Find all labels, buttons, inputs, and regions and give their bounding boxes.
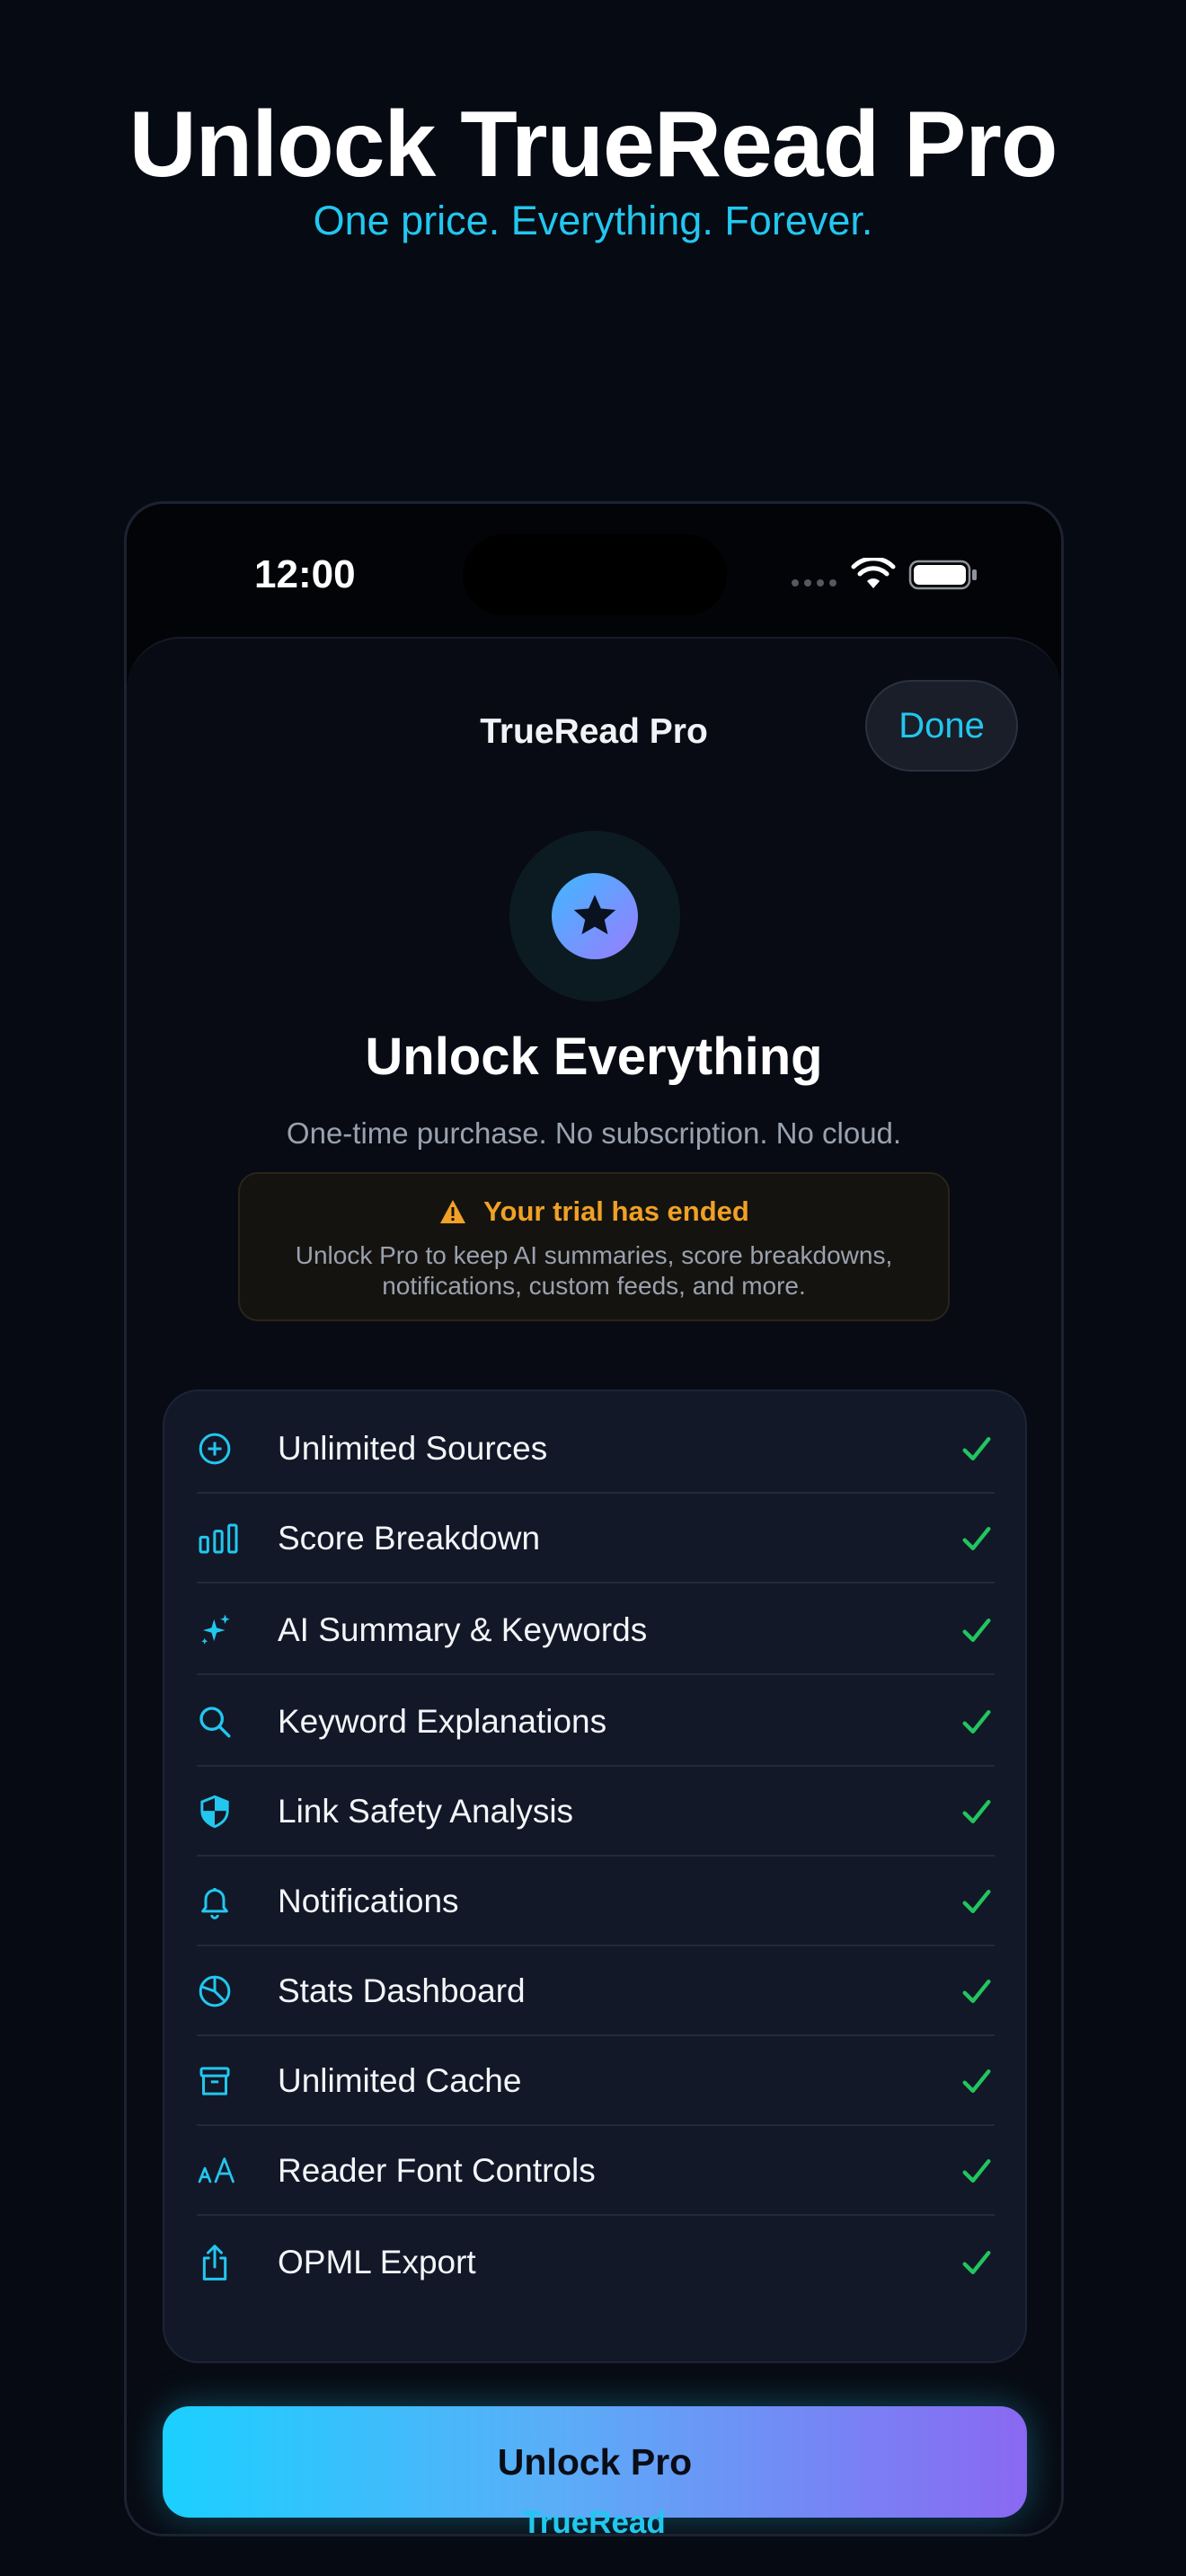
feature-label: Score Breakdown (278, 1520, 541, 1557)
features-list: Unlimited Sources Score Breakdown AI Sum… (163, 1389, 1027, 2363)
checkmark-icon (962, 2251, 991, 2274)
trial-ended-banner: Your trial has ended Unlock Pro to keep … (238, 1172, 950, 1321)
done-button[interactable]: Done (865, 680, 1018, 772)
feature-label: Keyword Explanations (278, 1703, 607, 1740)
unlock-heading: Unlock Everything (365, 1028, 823, 1086)
magnifier-icon (197, 1700, 245, 1743)
share-icon (197, 2241, 245, 2284)
checkmark-icon (962, 1437, 991, 1460)
feature-label: Stats Dashboard (278, 1972, 526, 2009)
checkmark-icon (962, 2069, 991, 2093)
checkmark-icon (962, 1890, 991, 1913)
checkmark-icon (962, 1527, 991, 1550)
hero-title: Unlock TrueRead Pro (128, 93, 1058, 197)
feature-row-keyword-explanations: Keyword Explanations (197, 1677, 995, 1767)
phone-frame: 12:00 TrueRead Pro Done Unlock Everythin… (124, 501, 1064, 2536)
shield-icon (197, 1790, 245, 1833)
bell-icon (197, 1880, 245, 1923)
bar-chart-icon (197, 1517, 245, 1560)
feature-row-link-safety: Link Safety Analysis (197, 1767, 995, 1857)
archive-box-icon (197, 2060, 245, 2103)
cellular-signal-icon (792, 579, 836, 587)
checkmark-icon (962, 2159, 991, 2183)
feature-label: Link Safety Analysis (278, 1793, 574, 1830)
feature-label: Notifications (278, 1883, 459, 1919)
sparkles-icon (197, 1609, 245, 1652)
status-time: 12:00 (254, 552, 356, 596)
battery-icon (908, 560, 977, 590)
feature-row-opml-export: OPML Export (197, 2218, 995, 2307)
plus-circle-icon (197, 1427, 245, 1470)
feature-row-unlimited-sources: Unlimited Sources (197, 1404, 995, 1494)
feature-row-score-breakdown: Score Breakdown (197, 1494, 995, 1584)
feature-label: Reader Font Controls (278, 2152, 596, 2189)
feature-row-stats-dashboard: Stats Dashboard (197, 1946, 995, 2036)
footer-brand: TrueRead (522, 2505, 666, 2536)
dynamic-island (463, 534, 727, 615)
feature-row-ai-summary: AI Summary & Keywords (197, 1585, 995, 1675)
hero-subtitle: One price. Everything. Forever. (313, 198, 873, 243)
checkmark-icon (962, 1980, 991, 2003)
star-icon (552, 873, 638, 959)
app-store-screenshot: Unlock TrueRead Pro One price. Everythin… (0, 0, 1186, 2576)
wifi-icon (851, 558, 896, 588)
checkmark-icon (962, 1710, 991, 1734)
pro-badge (509, 831, 680, 1001)
paywall-sheet: TrueRead Pro Done Unlock Everything One-… (127, 637, 1061, 2536)
feature-row-reader-font-controls: Reader Font Controls (197, 2126, 995, 2216)
unlock-pro-button[interactable]: Unlock Pro (163, 2406, 1027, 2518)
unlock-subheading: One-time purchase. No subscription. No c… (286, 1116, 902, 1150)
feature-row-unlimited-cache: Unlimited Cache (197, 2036, 995, 2126)
text-size-icon (197, 2149, 245, 2192)
pie-chart-icon (197, 1970, 245, 2013)
feature-label: Unlimited Sources (278, 1430, 548, 1467)
checkmark-icon (962, 1619, 991, 1642)
feature-label: Unlimited Cache (278, 2062, 522, 2099)
feature-label: OPML Export (278, 2244, 476, 2280)
feature-label: AI Summary & Keywords (278, 1611, 648, 1648)
trial-body: Unlock Pro to keep AI summaries, score b… (295, 1241, 893, 1300)
checkmark-icon (962, 1800, 991, 1823)
feature-row-notifications: Notifications (197, 1857, 995, 1946)
warning-icon (440, 1200, 466, 1223)
trial-title: Your trial has ended (483, 1195, 749, 1227)
